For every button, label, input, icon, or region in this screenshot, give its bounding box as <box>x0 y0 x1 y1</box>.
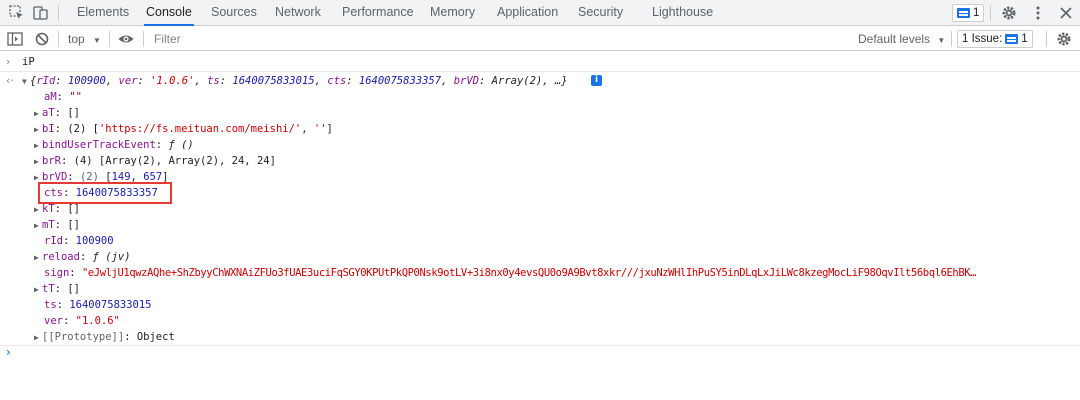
issues-count: 1 <box>1021 33 1028 45</box>
entry-divider <box>0 345 1080 346</box>
collapsed-triangle-icon[interactable]: ▶ <box>34 282 42 297</box>
object-summary[interactable]: ‹· ▼ {rId: 100900, ver: '1.0.6', ts: 1640… <box>0 73 1080 89</box>
console-prompt-icon[interactable]: › <box>6 345 11 359</box>
prop-ts[interactable]: ts: 1640075833015 <box>0 297 1080 313</box>
prop-reload[interactable]: ▶ reload: ƒ (jv) <box>0 249 1080 265</box>
info-icon[interactable]: i <box>591 75 602 86</box>
collapsed-triangle-icon[interactable]: ▶ <box>34 106 42 121</box>
input-chevron-icon: › <box>6 55 11 68</box>
collapsed-triangle-icon[interactable]: ▶ <box>34 250 42 265</box>
entry-divider <box>0 71 1080 72</box>
toolbar-divider <box>951 31 952 47</box>
collapsed-triangle-icon[interactable]: ▶ <box>34 122 42 137</box>
collapsed-triangle-icon[interactable]: ▶ <box>34 218 42 233</box>
expanded-triangle-icon[interactable]: ▼ <box>22 74 30 89</box>
toolbar-divider <box>143 31 144 47</box>
inspect-element-icon[interactable] <box>8 4 26 22</box>
chevron-down-icon: ▼ <box>93 36 101 45</box>
eye-icon[interactable] <box>117 30 135 48</box>
tab-sources[interactable]: Sources <box>211 0 257 25</box>
prop-brR[interactable]: ▶ brR: (4) [Array(2), Array(2), 24, 24] <box>0 153 1080 169</box>
kebab-menu-icon[interactable] <box>1029 4 1047 22</box>
toolbar-divider <box>109 31 110 47</box>
message-icon <box>957 8 970 18</box>
toolbar-divider <box>990 5 991 21</box>
tab-security[interactable]: Security <box>578 0 623 25</box>
clear-console-icon[interactable] <box>33 30 51 48</box>
prop-aT[interactable]: ▶ aT: [] <box>0 105 1080 121</box>
tab-console[interactable]: Console <box>144 0 194 26</box>
log-levels-label: Default levels <box>858 32 931 46</box>
context-label: top <box>68 32 85 46</box>
context-selector[interactable]: top ▼ <box>68 27 101 51</box>
sidebar-toggle-icon[interactable] <box>6 30 24 48</box>
issues-button[interactable]: 1 Issue: 1 <box>957 30 1033 48</box>
prop-bI[interactable]: ▶ bI: (2) ['https://fs.meituan.com/meishi… <box>0 121 1080 137</box>
prop-tT[interactable]: ▶ tT: [] <box>0 281 1080 297</box>
toolbar-divider <box>58 5 59 21</box>
prop-aM[interactable]: aM: "" <box>0 89 1080 105</box>
messages-badge[interactable]: 1 <box>952 4 985 22</box>
prop-bindUserTrackEvent[interactable]: ▶ bindUserTrackEvent: ƒ () <box>0 137 1080 153</box>
tab-elements[interactable]: Elements <box>77 0 129 25</box>
messages-count: 1 <box>973 7 980 19</box>
devtools-tab-bar: Elements Console Sources Network Perform… <box>0 0 1080 26</box>
collapsed-triangle-icon[interactable]: ▶ <box>34 138 42 153</box>
console-filter-bar: top ▼ Default levels ▼ 1 Issue: 1 <box>0 27 1080 51</box>
tab-application[interactable]: Application <box>497 0 558 25</box>
tab-network[interactable]: Network <box>275 0 321 25</box>
filter-input[interactable] <box>148 30 848 48</box>
device-toolbar-icon[interactable] <box>32 4 50 22</box>
issues-label: 1 Issue: <box>962 33 1003 45</box>
collapsed-triangle-icon[interactable]: ▶ <box>34 154 42 169</box>
gear-icon[interactable] <box>1000 4 1018 22</box>
highlight-annotation-box <box>38 182 172 204</box>
collapsed-triangle-icon[interactable]: ▶ <box>34 202 42 217</box>
prop-prototype[interactable]: ▶ [[Prototype]]: Object <box>0 329 1080 345</box>
message-icon <box>1005 34 1019 44</box>
console-settings-gear-icon[interactable] <box>1055 30 1073 48</box>
console-input-entry: › iP <box>0 54 1080 70</box>
prop-ver[interactable]: ver: "1.0.6" <box>0 313 1080 329</box>
chevron-down-icon: ▼ <box>937 36 946 45</box>
toolbar-divider <box>1046 31 1047 47</box>
prop-mT[interactable]: ▶ mT: [] <box>0 217 1080 233</box>
input-expression: iP <box>22 56 35 68</box>
tab-lighthouse[interactable]: Lighthouse <box>652 0 713 25</box>
close-icon[interactable] <box>1057 4 1075 22</box>
log-levels-dropdown[interactable]: Default levels ▼ <box>858 27 945 51</box>
toolbar-divider <box>58 31 59 47</box>
prop-sign[interactable]: sign: "eJwljU1qwzAQhe+ShZbyyChWXNAiZFUo3… <box>0 265 1080 281</box>
tab-performance[interactable]: Performance <box>342 0 414 25</box>
result-arrow-icon: ‹· <box>6 74 14 87</box>
tab-memory[interactable]: Memory <box>430 0 475 25</box>
prop-rId[interactable]: rId: 100900 <box>0 233 1080 249</box>
collapsed-triangle-icon[interactable]: ▶ <box>34 330 42 345</box>
console-output: › iP ‹· ▼ {rId: 100900, ver: '1.0.6', ts:… <box>0 52 1080 400</box>
